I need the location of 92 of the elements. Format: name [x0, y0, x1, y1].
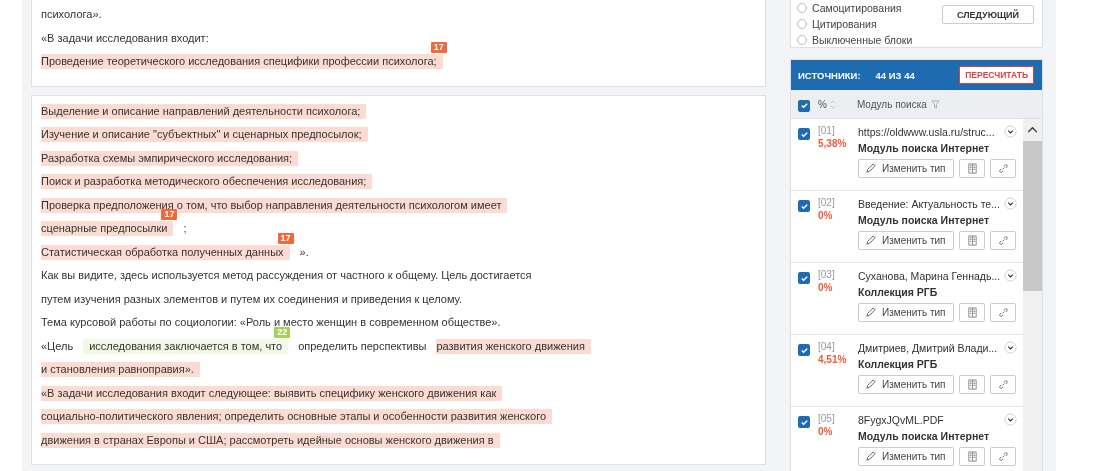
source-percent: 0% [818, 210, 834, 221]
source-checkbox[interactable] [798, 200, 810, 212]
book-icon [966, 235, 978, 246]
source-module: Модуль поиска Интернет [858, 214, 991, 226]
source-number: [04] [818, 341, 836, 352]
highlighted-text: Выделение и описание направлений деятельности психолога; [41, 103, 367, 119]
change-type-button[interactable]: Изменить тип [858, 375, 954, 394]
source-title[interactable]: Введение: Актуальность те... [858, 197, 1000, 210]
source-checkbox[interactable] [798, 344, 810, 356]
link-icon-button[interactable] [990, 159, 1016, 178]
source-percent: 4,51% [818, 354, 847, 365]
filter-icon[interactable] [930, 99, 940, 109]
book-icon [966, 379, 978, 390]
pencil-icon [865, 451, 876, 462]
text-line: ». [299, 244, 309, 260]
source-checkbox[interactable] [798, 128, 810, 140]
book-icon [966, 307, 978, 318]
source-percent: 5,38% [818, 138, 847, 149]
link-icon [997, 379, 1009, 390]
change-type-button[interactable]: Изменить тип [858, 447, 954, 466]
book-icon [966, 451, 978, 462]
source-module: Модуль поиска Интернет [858, 142, 991, 154]
expand-chevron-icon[interactable] [1004, 413, 1017, 426]
pencil-icon [865, 379, 876, 390]
source-title[interactable]: Суханова, Марина Геннадь... [858, 269, 1001, 282]
link-icon [997, 451, 1009, 462]
book-icon [966, 163, 978, 174]
link-icon [997, 307, 1009, 318]
radio-option[interactable]: Выключенные блоки [797, 32, 913, 48]
link-icon [997, 163, 1009, 174]
book-icon-button[interactable] [959, 447, 985, 466]
text-line: путем изучения разных элементов и путем их соединения и приведения к целому. [41, 291, 463, 307]
book-icon-button[interactable] [959, 159, 985, 178]
link-icon-button[interactable] [990, 447, 1016, 466]
percent-column-label[interactable]: % [818, 98, 827, 110]
source-module: Коллекция РГБ [858, 286, 939, 298]
radio-option[interactable]: Цитирования [797, 16, 913, 32]
pencil-icon [865, 307, 876, 318]
link-icon [997, 235, 1009, 246]
pencil-icon [865, 163, 876, 174]
radio-icon[interactable] [797, 35, 807, 45]
source-percent: 0% [818, 426, 834, 437]
source-percent: 0% [818, 282, 834, 293]
expand-chevron-icon[interactable] [1004, 269, 1017, 282]
highlighted-text: Разработка схемы эмпирического исследования; [41, 150, 299, 166]
radio-option[interactable]: Самоцитирования [797, 0, 913, 16]
recalculate-button[interactable]: ПЕРЕСЧИТАТЬ [959, 66, 1034, 84]
book-icon-button[interactable] [959, 231, 985, 250]
change-type-button[interactable]: Изменить тип [858, 303, 954, 322]
change-type-button[interactable]: Изменить тип [858, 159, 954, 178]
text-line: Тема курсовой работы по социологии: «Роль и место женщин в современном обществе». [41, 315, 501, 329]
highlighted-text: движения в странах Европы и США; рассмотреть идейные основы женского движения в [41, 432, 500, 448]
select-all-checkbox[interactable] [798, 99, 810, 112]
link-icon-button[interactable] [990, 231, 1016, 250]
source-checkbox[interactable] [798, 416, 810, 428]
highlighted-text: Поиск и разработка методического обеспечения исследования; [41, 174, 373, 190]
pencil-icon [865, 235, 876, 246]
link-icon-button[interactable] [990, 303, 1016, 322]
source-module: Модуль поиска Интернет [858, 430, 991, 442]
source-number: [05] [818, 413, 835, 424]
book-icon-button[interactable] [959, 375, 985, 394]
sources-count: 44 ИЗ 44 [875, 69, 915, 81]
source-number: [01] [818, 125, 836, 136]
change-type-button[interactable]: Изменить тип [858, 231, 954, 250]
source-title[interactable]: 8FygxJQvML.PDF [858, 413, 944, 426]
link-icon-button[interactable] [990, 375, 1016, 394]
source-title[interactable]: https://oldwww.usla.ru/struc... [858, 125, 995, 138]
radio-icon[interactable] [797, 19, 807, 29]
scroll-up-icon[interactable] [1027, 126, 1038, 133]
source-checkbox[interactable] [798, 272, 810, 284]
text-line: психолога». [41, 7, 102, 23]
highlighted-text: социально-политического явления; определить основные этапы и особенности развития женского [41, 409, 553, 425]
expand-chevron-icon[interactable] [1004, 341, 1017, 354]
module-column-label[interactable]: Модуль поиска [856, 98, 927, 110]
text-line: Как вы видите, здесь используется метод рассуждения от частного к общему. Цель достигается [41, 268, 532, 284]
highlighted-text: и становления равноправия». [41, 362, 200, 378]
source-number: [02] [818, 197, 835, 208]
text-line: «Цель [41, 338, 74, 354]
source-title[interactable]: Дмитриев, Дмитрий Влади... [858, 341, 998, 354]
radio-icon[interactable] [797, 3, 807, 13]
expand-chevron-icon[interactable] [1004, 125, 1017, 138]
text-line: определить перспективы [298, 338, 427, 354]
source-number: [03] [818, 269, 835, 280]
next-button[interactable]: СЛЕДУЮЩИЙ [942, 5, 1034, 24]
highlighted-text: развития женского движения [436, 338, 591, 354]
highlighted-text: «В задачи исследования входит следующее: выявить специфику женского движения как [41, 385, 503, 401]
scrollbar[interactable] [1023, 119, 1042, 471]
book-icon-button[interactable] [959, 303, 985, 322]
highlighted-text: Изучение и описание "субъектных" и сценарных предпосылок; [41, 127, 368, 143]
source-module: Коллекция РГБ [858, 358, 939, 370]
expand-chevron-icon[interactable] [1004, 197, 1017, 210]
sources-title: ИСТОЧНИКИ: [798, 69, 861, 81]
